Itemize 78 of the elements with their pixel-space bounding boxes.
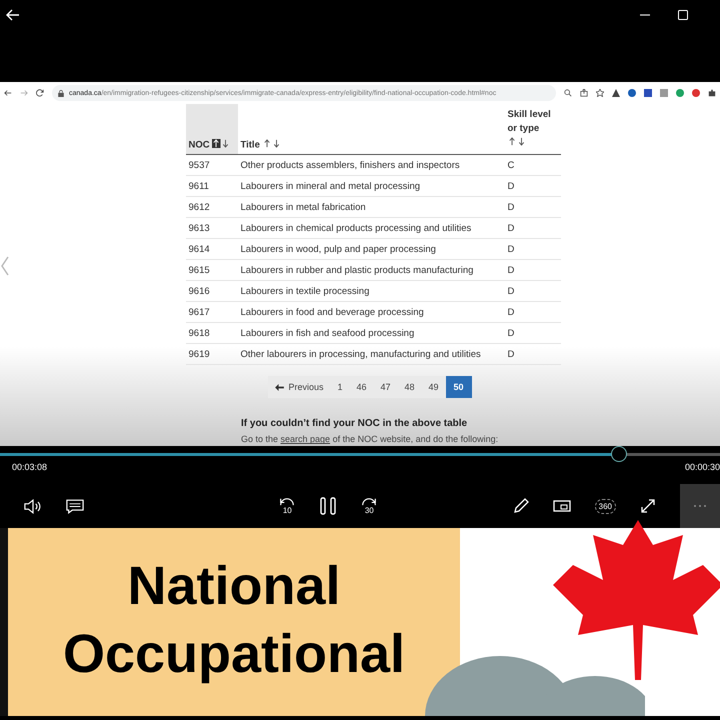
skip-forward-button[interactable]: 30 (360, 497, 378, 515)
table-cell: 9611 (186, 176, 238, 197)
table-cell: Labourers in chemical products processing and utilities (238, 218, 504, 239)
paragraph: Go to the search page of the NOC website, and do the following: (241, 434, 498, 444)
table-cell: Labourers in mineral and metal processing (238, 176, 504, 197)
forward-arc-icon (360, 497, 378, 506)
back-arrow-icon[interactable] (6, 9, 20, 21)
back-icon[interactable] (4, 89, 12, 97)
fullscreen-icon[interactable] (640, 498, 656, 514)
table-cell: 9614 (186, 238, 238, 260)
table-cell: D (504, 302, 560, 323)
maximize-icon[interactable] (678, 10, 688, 20)
table-cell: D (504, 280, 560, 302)
captions-icon[interactable] (66, 498, 84, 514)
circle-extension-icon[interactable] (628, 89, 636, 97)
more-dots-icon (692, 504, 707, 508)
table-cell: Labourers in rubber and plastic products manufacturing (238, 260, 504, 281)
page-button[interactable]: 46 (349, 376, 374, 398)
lock-icon (58, 90, 64, 96)
elapsed-time: 00:03:08 (12, 462, 48, 472)
star-icon[interactable] (596, 89, 604, 97)
section-heading: If you couldn’t find your NOC in the above table (241, 418, 468, 430)
table-cell: D (504, 344, 560, 365)
column-header[interactable]: Skill level or type (504, 104, 560, 155)
page-button[interactable]: 47 (373, 376, 398, 398)
tile-extension-icon[interactable] (660, 89, 668, 97)
table-cell: 9615 (186, 260, 238, 281)
sort-arrows-icon[interactable] (212, 139, 230, 148)
page-button[interactable]: 49 (422, 376, 446, 398)
column-header[interactable]: NOC (186, 104, 238, 155)
table-cell: 9619 (186, 344, 238, 365)
sort-arrows-icon[interactable] (508, 136, 526, 146)
column-header[interactable]: Title (238, 104, 504, 155)
rewind-arc-icon (278, 497, 296, 506)
poster-title: Occupational (62, 623, 406, 686)
table-cell: 9616 (186, 280, 238, 302)
seek-handle[interactable] (611, 446, 628, 462)
seek-bar[interactable] (0, 446, 720, 462)
table-cell: 9618 (186, 322, 238, 344)
table-cell: 9613 (186, 218, 238, 239)
remaining-time: 00:00:30 (684, 462, 720, 472)
table-cell: Labourers in food and beverage processing (238, 302, 504, 323)
skip-back-button[interactable]: 10 (278, 497, 296, 515)
table-cell: 9617 (186, 302, 238, 323)
table-cell: 9612 (186, 196, 238, 218)
table-cell: D (504, 196, 560, 218)
table-cell: Other labourers in processing, manufacturing and utilities (238, 344, 504, 365)
table-cell: 9537 (186, 154, 238, 176)
page-button[interactable]: 1 (330, 376, 350, 398)
table-cell: D (504, 176, 560, 197)
reload-icon[interactable] (36, 89, 44, 97)
search-page-link[interactable]: search page (280, 434, 330, 444)
page-button[interactable]: 48 (398, 376, 422, 398)
table-cell: D (504, 260, 560, 281)
pause-icon[interactable] (320, 497, 336, 515)
previous-button[interactable]: Previous (268, 376, 330, 398)
table-cell: Other products assemblers, finishers and inspectors (238, 154, 504, 176)
triangle-extension-icon[interactable] (612, 89, 620, 97)
arrow-left-icon (275, 384, 284, 391)
puzzle-icon[interactable] (708, 89, 716, 97)
table-cell: D (504, 218, 560, 239)
table-cell: C (504, 154, 560, 176)
pencil-icon[interactable] (512, 498, 529, 514)
table-cell: D (504, 322, 560, 344)
volume-icon[interactable] (24, 498, 42, 514)
table-cell: D (504, 238, 560, 260)
poster-title: National (127, 555, 341, 618)
table-cell: Labourers in wood, pulp and paper processing (238, 238, 504, 260)
page-button[interactable]: 50 (446, 376, 472, 398)
round-extension-icon[interactable] (676, 89, 684, 97)
sort-arrows-icon[interactable] (262, 139, 280, 148)
zoom-icon[interactable] (564, 89, 572, 97)
table-cell: Labourers in metal fabrication (238, 196, 504, 218)
table-cell: Labourers in fish and seafood processing (238, 322, 504, 344)
360-view-button[interactable]: 360 (594, 498, 616, 514)
table-cell: Labourers in textile processing (238, 280, 504, 302)
share-icon[interactable] (580, 89, 588, 97)
mini-player-icon[interactable] (552, 500, 571, 512)
